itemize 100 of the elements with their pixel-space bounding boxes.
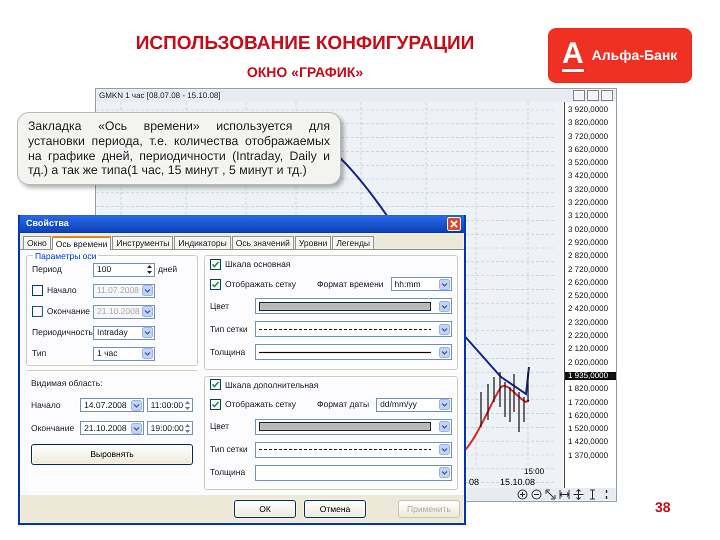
dialog-button[interactable]: Отмена [304,500,366,518]
tab[interactable]: Инструменты [112,236,174,250]
checkbox[interactable] [32,306,43,318]
field-label: Толщина [210,346,246,359]
checkbox[interactable] [32,285,43,296]
checkbox[interactable] [210,278,221,290]
number-field[interactable]: 100 [93,262,155,277]
select-field[interactable] [255,344,452,360]
select-field[interactable] [255,442,452,458]
field-label: Цвет [210,300,230,313]
checkbox[interactable] [210,259,221,270]
expand-horizontal-icon[interactable] [559,489,570,500]
field-value: 21.10.2008 [97,305,140,318]
current-price-label: 1 935,0000 [565,372,616,380]
field-value: 14.07.2008 [84,399,127,412]
field-value: dd/mm/yy [380,398,417,412]
slide-title: ИСПОЛЬЗОВАНИЕ КОНФИГУРАЦИИ [134,32,476,56]
checkbox-label: Отображать сетку [225,278,296,291]
axis-value-label: 3 220,0000 [567,199,610,208]
candlestick-bars [480,372,529,432]
checkbox-label: Окончание [46,305,90,318]
zoom-out-icon[interactable] [531,489,542,500]
field-label: Периодичность [32,326,90,340]
axis-value-label: 2 120,0000 [567,345,610,354]
axis-value-label: 2 320,0000 [567,318,610,327]
axis-value-label: 3 720,0000 [567,132,610,141]
axis-time-label: 15:00 [524,467,544,476]
page-number: 38 [655,498,671,517]
date-field[interactable]: 21.10.2008 [80,421,144,436]
field-value: 11:00:00 [150,399,184,412]
section-label: Видимая область: [31,377,104,390]
select-field[interactable]: hh:mm [390,277,452,292]
group-label: Параметры оси [33,250,98,263]
tab[interactable]: Ось значений [232,236,294,250]
select-field[interactable] [255,418,452,435]
axis-value-label: 2 420,0000 [567,305,610,314]
axis-value-label: 1 820,0000 [567,385,610,394]
maximize-button[interactable] [587,90,599,101]
axis-value-label: 3 120,0000 [567,212,610,220]
time-field[interactable]: 19:00:00 [146,421,193,436]
axis-value-label: 3 820,0000 [567,119,610,128]
axis-date-label: 15.10.08 [500,477,536,487]
tab[interactable]: Окно [23,236,51,250]
fit-icon[interactable] [545,489,556,500]
align-button[interactable]: Выровнять [31,444,193,465]
logo-letter: А [562,39,584,72]
field-label: Начало [31,399,62,412]
axis-value-label: 1 720,0000 [567,398,610,407]
tab[interactable]: Индикаторы [174,236,231,250]
time-field[interactable]: 11:00:00 [146,398,193,412]
checkbox[interactable] [210,379,221,390]
field-value: hh:mm [394,278,421,291]
tab[interactable]: Уровни [294,236,332,250]
field-label: Окончание [31,422,76,435]
close-button[interactable] [601,90,613,101]
chart-title: GMKN 1 час [08.07.08 - 15.10.08] [99,90,222,102]
zoom-in-icon[interactable] [517,489,528,500]
axis-value-label: 3 520,0000 [567,159,610,168]
axis-value-label: 3 020,0000 [567,226,610,234]
unit-label: дней [158,263,178,276]
date-field[interactable]: 14.07.2008 [80,398,144,412]
text-cursor-icon[interactable] [587,489,598,500]
select-field[interactable] [255,321,452,338]
dialog-title: Свойства [26,217,69,230]
axis-value-label: 3 320,0000 [567,186,610,194]
slide-subtitle: ОКНО «ГРАФИК» [246,63,364,82]
select-field[interactable] [255,464,452,481]
field-value: 11.07.2008 [97,284,139,298]
field-label: Тип сетки [210,443,249,456]
select-field[interactable] [255,298,452,314]
axis-value-label: 1 420,0000 [567,438,610,446]
tab[interactable]: Легенды [332,236,374,250]
spin-arrows-icon[interactable] [146,264,153,276]
axis-value-label: 1 370,0000 [567,452,610,460]
axis-value-label: 2 920,0000 [567,238,610,247]
axis-value-label: 1 620,0000 [567,412,610,420]
field-label: Формат времени [317,278,384,291]
field-label: Толщина [210,466,246,480]
field-value: Intraday [97,326,128,340]
checkbox[interactable] [210,399,221,410]
axis-value-label: 3 420,0000 [567,172,610,180]
tab[interactable]: Ось времени [52,236,112,250]
field-value: 1 час [97,347,118,360]
axis-value-label: 1 520,0000 [567,425,610,434]
minimize-button[interactable] [573,90,585,101]
move-icon[interactable] [573,489,584,500]
field-value: 100 [97,263,112,276]
field-value: 19:00:00 [150,422,184,435]
axis-date-label: 08 [469,477,480,487]
axis-value-label: 2 520,0000 [567,292,610,300]
checkbox-label: Шкала дополнительная [225,378,318,392]
callout-note: Закладка «Ось времени» используется для установки периода, т.е. количества отображаемых на графике дней, периодичности (Intraday, Daily и тд.) а так же типа(1 час, 15 минут , 5 минут и тд.) [17,112,341,185]
axis-value-label: 2 220,0000 [567,332,610,340]
field-value: 21.10.2008 [84,422,127,435]
select-field[interactable]: Intraday [93,326,155,340]
dialog-button[interactable]: ОК [234,500,296,518]
select-field[interactable]: dd/mm/yy [376,398,452,412]
select-field[interactable]: 1 час [93,346,155,361]
checkbox-label: Начало [47,284,77,298]
checkbox-label: Шкала основная [225,258,290,271]
